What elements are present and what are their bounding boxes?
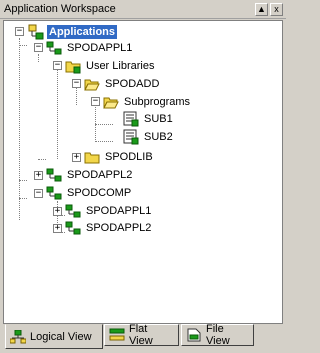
tree-line xyxy=(95,105,96,140)
tree-label: SPODAPPL1 xyxy=(86,205,152,217)
collapse-toggle[interactable]: − xyxy=(15,27,24,36)
application-icon xyxy=(46,40,62,56)
expand-toggle[interactable]: + xyxy=(53,207,62,216)
tree-line xyxy=(76,87,77,105)
tree-node-spodlib[interactable]: SPODLIB xyxy=(84,149,155,165)
tree-node-spodcomp[interactable]: SPODCOMP xyxy=(46,185,133,201)
tree-label: SPODAPPL2 xyxy=(67,169,133,181)
tree-label: SPODAPPL1 xyxy=(67,42,133,54)
expand-toggle[interactable]: + xyxy=(34,171,43,180)
file-view-icon xyxy=(186,328,202,342)
close-icon: x xyxy=(274,4,279,14)
pin-icon: ▲ xyxy=(257,4,266,14)
collapse-toggle[interactable]: − xyxy=(34,189,43,198)
collapse-toggle[interactable]: − xyxy=(72,79,81,88)
expand-toggle[interactable]: + xyxy=(53,224,62,233)
tab-flat-view[interactable]: Flat View xyxy=(104,323,179,347)
tab-label: File View xyxy=(206,323,230,347)
logical-view-icon xyxy=(9,329,27,344)
tree-line xyxy=(19,45,27,46)
close-button[interactable]: x xyxy=(270,3,283,16)
tree-panel[interactable]: − − − − − + + − + + Applications SPODAPP… xyxy=(3,20,283,324)
tree-label: SPODADD xyxy=(105,78,160,90)
tree-line xyxy=(95,124,113,125)
flat-view-icon xyxy=(109,328,125,342)
tree-node-spodadd[interactable]: SPODADD xyxy=(84,76,161,92)
tree-label: Applications xyxy=(47,25,118,39)
tab-label: Logical View xyxy=(30,330,92,343)
subprogram-icon xyxy=(123,129,139,145)
collapse-toggle[interactable]: − xyxy=(34,43,43,52)
tab-file-view[interactable]: File View xyxy=(181,323,254,347)
tree-label: SPODAPPL2 xyxy=(86,222,152,234)
tree-node-subprograms[interactable]: Subprograms xyxy=(103,94,192,110)
subprogram-icon xyxy=(123,111,139,127)
tree-node-spodcomp-appl1[interactable]: SPODAPPL1 xyxy=(65,203,153,219)
expand-toggle[interactable]: + xyxy=(72,153,81,162)
tree-node-sub1[interactable]: SUB1 xyxy=(123,111,175,127)
tree-line xyxy=(19,38,20,220)
tree-label: SUB1 xyxy=(144,113,173,125)
collapse-toggle[interactable]: − xyxy=(53,61,62,70)
collapse-toggle[interactable]: − xyxy=(91,97,100,106)
tree-node-user-libraries[interactable]: User Libraries xyxy=(65,58,156,74)
tree-node-sub2[interactable]: SUB2 xyxy=(123,129,175,145)
tree-line xyxy=(19,198,27,199)
tree-node-spodappl2[interactable]: SPODAPPL2 xyxy=(46,167,134,183)
window-title: Application Workspace xyxy=(4,3,116,15)
folder-icon xyxy=(65,58,81,74)
tree-line xyxy=(38,54,39,62)
tree-label: SPODCOMP xyxy=(67,187,132,199)
folder-icon xyxy=(84,149,100,165)
tab-label: Flat View xyxy=(129,323,153,347)
open-folder-icon xyxy=(103,94,119,110)
tree-line xyxy=(38,159,46,160)
tree-line xyxy=(57,69,58,159)
tree-line xyxy=(95,141,113,142)
tab-logical-view[interactable]: Logical View xyxy=(5,324,103,349)
pin-button[interactable]: ▲ xyxy=(255,3,268,16)
application-icon xyxy=(65,220,81,236)
tree-label: Subprograms xyxy=(124,96,191,108)
workspace-icon xyxy=(28,24,44,40)
application-icon xyxy=(46,167,62,183)
title-bar: Application Workspace ▲ x xyxy=(0,0,286,19)
application-icon xyxy=(65,203,81,219)
tree-label: User Libraries xyxy=(86,60,155,72)
tree-node-spodappl1[interactable]: SPODAPPL1 xyxy=(46,40,134,56)
tree-node-spodcomp-appl2[interactable]: SPODAPPL2 xyxy=(65,220,153,236)
view-tabs: Logical View Flat View File View xyxy=(3,323,283,350)
tree-node-applications[interactable]: Applications xyxy=(28,24,118,40)
tree-line xyxy=(19,180,27,181)
tree-label: SUB2 xyxy=(144,131,173,143)
open-folder-icon xyxy=(84,76,100,92)
tree-label: SPODLIB xyxy=(105,151,153,163)
compound-icon xyxy=(46,185,62,201)
